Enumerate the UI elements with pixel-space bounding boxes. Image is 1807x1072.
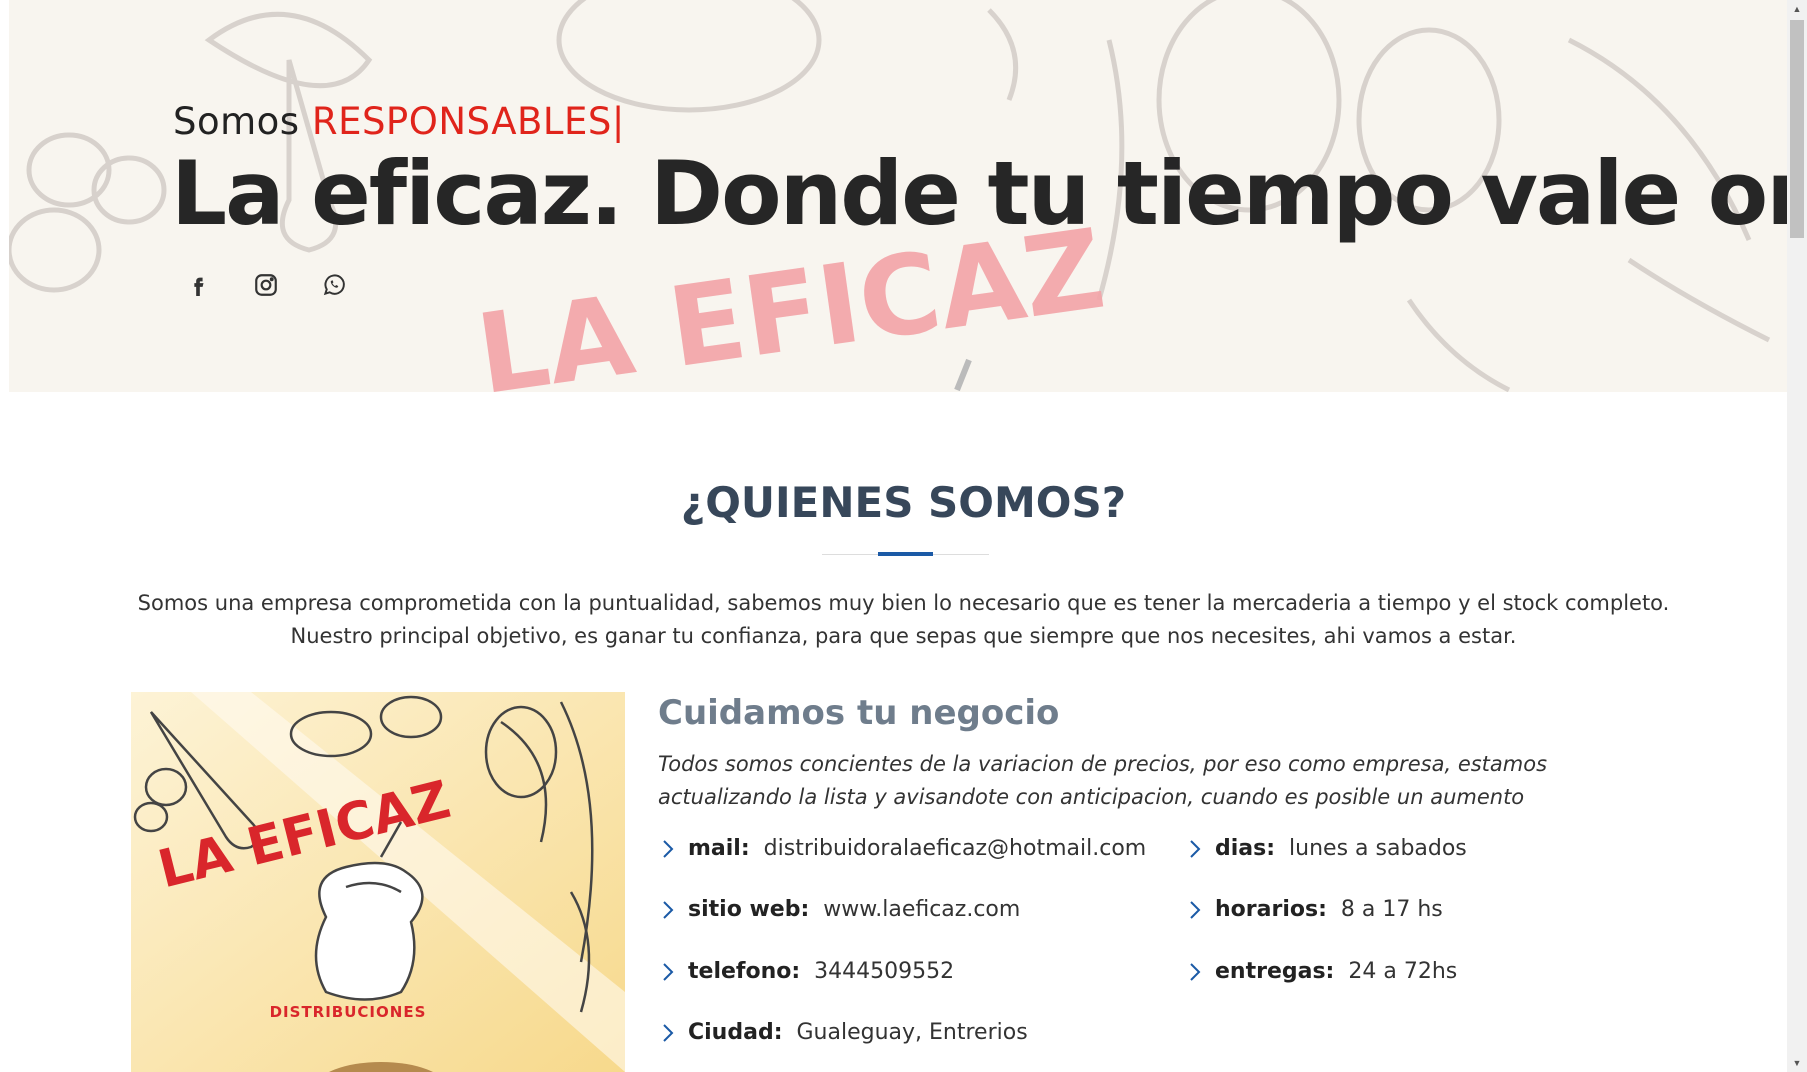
image-caption: DISTRIBUCIONES [270, 1003, 427, 1021]
instagram-icon[interactable] [253, 272, 279, 298]
info-value: distribuidoralaeficaz@hotmail.com [763, 836, 1147, 861]
info-value: www.laeficaz.com [823, 897, 1021, 922]
hero-tagline-prefix: Somos [173, 100, 300, 143]
whatsapp-icon[interactable] [321, 272, 347, 298]
chevron-right-icon [663, 839, 674, 858]
details-description: Todos somos concientes de la variacion d… [658, 752, 1548, 809]
heading-divider-accent [878, 552, 933, 556]
page: LA EFICAZ Somos RESPONSABLES| La eficaz.… [0, 0, 1787, 1072]
about-heading: ¿QUIENES SOMOS? [680, 478, 1127, 527]
info-item-deliveries: entregas: 24 a 72hs [1185, 959, 1457, 984]
vertical-scrollbar[interactable]: ▲ ▼ [1787, 0, 1807, 1072]
info-value: lunes a sabados [1289, 836, 1467, 861]
chevron-right-icon [1190, 962, 1201, 981]
scroll-down-arrow-icon[interactable]: ▼ [1787, 1054, 1807, 1072]
info-key: horarios: [1215, 897, 1327, 922]
about-paragraph-line2: Nuestro principal objetivo, es ganar tu … [290, 624, 1517, 648]
brand-illustration: LA EFICAZ DISTRIBUCIONES [131, 692, 625, 1072]
about-paragraph-line1: Somos una empresa comprometida con la pu… [137, 591, 1670, 615]
info-item-city: Ciudad: Gualeguay, Entrerios [658, 1020, 1028, 1045]
info-key: telefono: [688, 959, 801, 984]
info-item-phone: telefono: 3444509552 [658, 959, 954, 984]
chevron-right-icon [663, 900, 674, 919]
hero-tagline-highlight: RESPONSABLES| [311, 100, 625, 143]
info-value: 24 a 72hs [1348, 959, 1458, 984]
info-item-website: sitio web: www.laeficaz.com [658, 897, 1020, 922]
about-paragraph: Somos una empresa comprometida con la pu… [120, 587, 1687, 653]
chevron-right-icon [663, 1023, 674, 1042]
info-item-mail: mail: distribuidoralaeficaz@hotmail.com [658, 836, 1146, 861]
info-value: 3444509552 [814, 959, 955, 984]
hero-tagline: Somos RESPONSABLES| [173, 100, 625, 143]
info-key: dias: [1215, 836, 1276, 861]
hero-section: LA EFICAZ Somos RESPONSABLES| La eficaz.… [9, 0, 1787, 392]
chevron-right-icon [1190, 900, 1201, 919]
brand-image: LA EFICAZ DISTRIBUCIONES [131, 692, 625, 1072]
info-key: mail: [688, 836, 750, 861]
info-key: Ciudad: [688, 1020, 783, 1045]
chevron-right-icon [1190, 839, 1201, 858]
scrollbar-thumb[interactable] [1790, 20, 1804, 238]
details-heading: Cuidamos tu negocio [658, 693, 1060, 733]
social-links [185, 272, 347, 298]
info-value: 8 a 17 hs [1340, 897, 1443, 922]
hero-title: La eficaz. Donde tu tiempo vale oro [171, 142, 1787, 245]
chevron-right-icon [663, 962, 674, 981]
info-item-hours: horarios: 8 a 17 hs [1185, 897, 1443, 922]
info-value: Gualeguay, Entrerios [796, 1020, 1028, 1045]
facebook-icon[interactable] [185, 272, 211, 298]
scroll-up-arrow-icon[interactable]: ▲ [1787, 0, 1807, 18]
info-key: entregas: [1215, 959, 1335, 984]
info-key: sitio web: [688, 897, 810, 922]
info-item-days: dias: lunes a sabados [1185, 836, 1467, 861]
